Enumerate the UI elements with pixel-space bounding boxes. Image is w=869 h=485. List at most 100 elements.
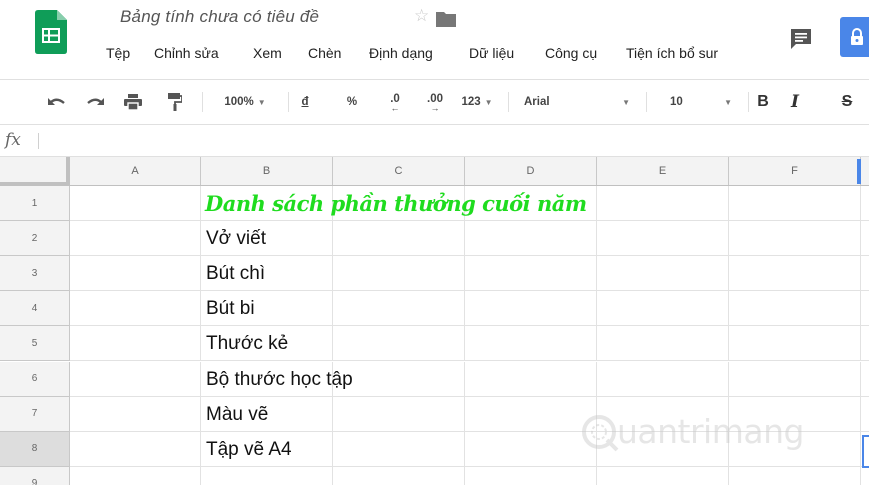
- grid-cell[interactable]: [70, 466, 201, 485]
- grid-cell[interactable]: [861, 221, 869, 257]
- grid-cell[interactable]: [729, 361, 861, 397]
- grid-cell[interactable]: [597, 256, 729, 292]
- grid-cell[interactable]: [333, 221, 465, 257]
- zoom-select[interactable]: 100% ▼: [210, 80, 280, 124]
- grid-cell[interactable]: [333, 361, 465, 397]
- grid-cell[interactable]: [70, 326, 201, 362]
- bold-button[interactable]: B: [752, 80, 774, 124]
- grid-cell[interactable]: [70, 186, 201, 221]
- print-icon[interactable]: [118, 80, 148, 124]
- menu-data[interactable]: Dữ liệu: [469, 45, 514, 61]
- grid-cell[interactable]: [597, 221, 729, 257]
- strikethrough-button[interactable]: S: [836, 80, 858, 124]
- grid-cell[interactable]: [729, 221, 861, 257]
- grid-cell[interactable]: [333, 291, 465, 327]
- grid-cell[interactable]: [333, 326, 465, 362]
- grid-cell[interactable]: [70, 396, 201, 432]
- increase-decimals-button[interactable]: .00 →: [418, 80, 452, 124]
- fx-icon: fx: [5, 130, 21, 150]
- grid-cell[interactable]: [70, 431, 201, 467]
- grid-cell[interactable]: [597, 186, 729, 221]
- grid-cell[interactable]: [597, 361, 729, 397]
- grid-cell[interactable]: [729, 466, 861, 485]
- grid-cell[interactable]: [70, 221, 201, 257]
- row-header[interactable]: 3: [0, 256, 70, 292]
- grid-cell[interactable]: [729, 186, 861, 221]
- column-header-c[interactable]: C: [333, 157, 465, 185]
- grid-cell[interactable]: [597, 291, 729, 327]
- row-header[interactable]: 1: [0, 186, 70, 221]
- grid-cell[interactable]: [861, 467, 869, 485]
- grid-cell[interactable]: [597, 326, 729, 362]
- grid-cell[interactable]: [729, 326, 861, 362]
- row-header[interactable]: 2: [0, 221, 70, 257]
- column-header-a[interactable]: A: [70, 157, 201, 185]
- grid-cell[interactable]: [333, 466, 465, 485]
- grid-cell[interactable]: [465, 361, 597, 397]
- row-header[interactable]: 5: [0, 326, 70, 362]
- undo-icon[interactable]: [42, 80, 72, 124]
- star-icon[interactable]: ☆: [414, 6, 429, 26]
- caret-down-icon: ▼: [724, 97, 732, 107]
- table-row: 9: [0, 466, 869, 485]
- decrease-decimals-button[interactable]: .0 ←: [380, 80, 410, 124]
- grid-cell[interactable]: [861, 186, 869, 221]
- column-header-f[interactable]: F: [729, 157, 861, 185]
- grid-cell[interactable]: [333, 431, 465, 467]
- column-header-b[interactable]: B: [201, 157, 333, 185]
- percent-button[interactable]: %: [340, 80, 364, 124]
- column-header-d[interactable]: D: [465, 157, 597, 185]
- sheets-logo-icon[interactable]: [35, 10, 67, 54]
- select-all-corner[interactable]: [0, 157, 70, 186]
- menu-addons[interactable]: Tiện ích bổ sur: [626, 45, 718, 61]
- menu-tools[interactable]: Công cụ: [545, 45, 597, 61]
- caret-down-icon: ▼: [622, 97, 630, 107]
- grid-cell[interactable]: [465, 291, 597, 327]
- document-title[interactable]: Bảng tính chưa có tiêu đề: [120, 7, 319, 27]
- share-button[interactable]: [840, 17, 869, 57]
- menu-file[interactable]: Tệp: [106, 45, 130, 61]
- grid-cell[interactable]: [465, 466, 597, 485]
- grid-cell[interactable]: [465, 326, 597, 362]
- row-header[interactable]: 4: [0, 291, 70, 327]
- more-formats-select[interactable]: 123 ▼: [455, 80, 499, 124]
- toolbar-separator: [202, 92, 203, 112]
- formula-input[interactable]: [44, 129, 844, 153]
- font-family-select[interactable]: Arial ▼: [514, 80, 640, 124]
- grid-cell[interactable]: [861, 362, 869, 397]
- grid-cell[interactable]: [70, 256, 201, 292]
- cell-b-text: Bút bi: [206, 298, 255, 320]
- grid-cell[interactable]: [333, 256, 465, 292]
- row-header[interactable]: 7: [0, 396, 70, 432]
- grid-cell[interactable]: [729, 256, 861, 292]
- grid-cell[interactable]: [729, 291, 861, 327]
- currency-button[interactable]: đ: [293, 80, 317, 124]
- grid-cell[interactable]: [201, 466, 333, 485]
- font-family-value: Arial: [524, 96, 550, 108]
- grid-cell[interactable]: [70, 291, 201, 327]
- frozen-column-handle[interactable]: [857, 159, 861, 184]
- watermark-text: uantrimang: [617, 412, 804, 451]
- font-size-select[interactable]: 10 ▼: [656, 80, 740, 124]
- grid-cell[interactable]: [597, 466, 729, 485]
- comment-icon[interactable]: [789, 27, 813, 51]
- italic-button[interactable]: I: [784, 80, 806, 124]
- menu-edit[interactable]: Chỉnh sửa: [154, 45, 219, 61]
- grid-cell[interactable]: [861, 291, 869, 327]
- folder-icon[interactable]: [436, 11, 456, 32]
- grid-cell[interactable]: [465, 256, 597, 292]
- row-header[interactable]: 6: [0, 361, 70, 397]
- grid-cell[interactable]: [861, 326, 869, 362]
- column-header-e[interactable]: E: [597, 157, 729, 185]
- redo-icon[interactable]: [80, 80, 110, 124]
- grid-cell[interactable]: [465, 221, 597, 257]
- menu-view[interactable]: Xem: [253, 45, 282, 61]
- grid-cell[interactable]: [333, 396, 465, 432]
- grid-cell[interactable]: [861, 256, 869, 292]
- menu-insert[interactable]: Chèn: [308, 45, 341, 61]
- menu-format[interactable]: Định dạng: [369, 45, 433, 61]
- grid-cell[interactable]: [70, 361, 201, 397]
- row-header[interactable]: 9: [0, 466, 70, 485]
- row-header[interactable]: 8: [0, 431, 70, 467]
- paint-format-icon[interactable]: [160, 80, 190, 124]
